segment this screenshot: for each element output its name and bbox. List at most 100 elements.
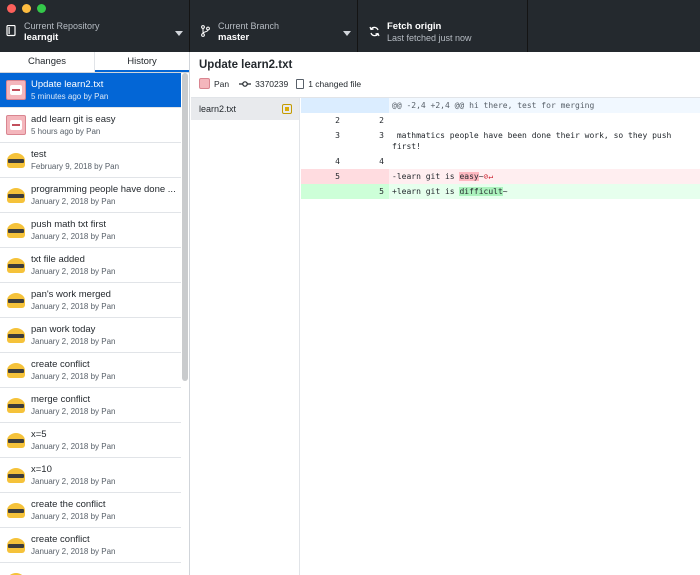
file-name: learn2.txt	[199, 104, 237, 114]
commit-item[interactable]: create the conflict January 2, 2018 by Pa…	[0, 493, 181, 528]
fetch-origin-button[interactable]: Fetch origin Last fetched just now	[358, 0, 528, 52]
author-avatar	[6, 185, 26, 205]
author-avatar	[6, 430, 26, 450]
commit-item[interactable]: pan work today January 2, 2018 by Pan	[0, 318, 181, 353]
author-avatar	[6, 535, 26, 555]
commit-item-meta: January 2, 2018 by Pan	[31, 231, 116, 241]
changed-files-count: 1 changed file	[308, 78, 362, 89]
new-line-number: 4	[379, 157, 384, 166]
deleted-highlight: easy	[459, 172, 479, 181]
commit-item-title: test	[31, 148, 47, 160]
sync-icon	[368, 24, 380, 38]
commit-list-scrollbar[interactable]	[182, 73, 188, 381]
new-line-number: 2	[379, 116, 384, 125]
commit-item-title: create conflict	[31, 533, 90, 545]
commit-author: Pan	[214, 78, 230, 89]
commit-item[interactable]: test February 9, 2018 by Pan	[0, 143, 181, 178]
diff-deleted-line[interactable]: 5 -learn git is easy~⊘↵	[301, 169, 700, 184]
tab-changes[interactable]: Changes	[0, 52, 95, 72]
current-branch-button[interactable]: Current Branch master	[190, 0, 358, 52]
commit-item-meta: 5 minutes ago by Pan	[31, 91, 109, 101]
branch-icon	[199, 24, 211, 38]
commit-item-meta: January 2, 2018 by Pan	[31, 441, 116, 451]
commit-item[interactable]: push math txt first January 2, 2018 by Pa…	[0, 213, 181, 248]
commit-detail: Update learn2.txt Pan 3370239 1 changed …	[191, 52, 700, 575]
diff-context-line[interactable]: 44	[301, 154, 700, 169]
author-avatar	[6, 395, 26, 415]
diff-context-line[interactable]: 3 3 mathmatics people have been done thei…	[301, 128, 700, 154]
author-avatar	[6, 325, 26, 345]
toolbar: Current Repository learngit Current Bran…	[0, 0, 700, 52]
line-text: mathmatics people have been done their w…	[392, 131, 677, 151]
author-avatar	[6, 80, 26, 100]
commit-item-title: pan's work merged	[31, 288, 111, 300]
repo-icon	[5, 24, 17, 38]
commit-item-title: pan work today	[31, 323, 96, 335]
current-repository-button[interactable]: Current Repository learngit	[0, 0, 190, 52]
old-line-number: 5	[301, 169, 345, 184]
commit-item-meta: 5 hours ago by Pan	[31, 126, 101, 136]
commit-sha[interactable]: 3370239	[255, 79, 288, 89]
commit-item[interactable]: add a newline	[0, 563, 181, 575]
line-text	[389, 156, 700, 167]
file-diff-icon	[296, 78, 305, 89]
commit-item-title: push math txt first	[31, 218, 106, 230]
commit-item[interactable]: create conflict January 2, 2018 by Pan	[0, 528, 181, 563]
no-newline-icon: ⊘↵	[483, 172, 494, 181]
author-avatar	[6, 220, 26, 240]
added-suffix: ~	[502, 187, 508, 196]
commit-item[interactable]: txt file added January 2, 2018 by Pan	[0, 248, 181, 283]
added-highlight: difficult	[459, 187, 503, 196]
deleted-text: -learn git is	[392, 172, 460, 181]
old-line-number: 4	[335, 157, 340, 166]
commit-item[interactable]: Update learn2.txt 5 minutes ago by Pan	[0, 73, 181, 108]
commit-item-meta: January 2, 2018 by Pan	[31, 196, 116, 206]
commit-item-title: programming people have done ...	[31, 183, 176, 195]
commit-item-meta: January 2, 2018 by Pan	[31, 266, 116, 276]
diff-context-lines: 2233 mathmatics people have been done th…	[301, 113, 700, 169]
old-line-number: 3	[335, 131, 340, 140]
commit-item-title: add learn git is easy	[31, 113, 116, 125]
commit-item-meta: January 2, 2018 by Pan	[31, 511, 116, 521]
diff-added-line[interactable]: 5 +learn git is difficult~	[301, 184, 700, 199]
fetch-status: Last fetched just now	[387, 32, 472, 43]
commit-info: Pan 3370239 1 changed file	[199, 78, 361, 89]
new-line-number	[345, 169, 389, 184]
commit-item-title: txt file added	[31, 253, 85, 265]
modified-icon	[282, 104, 292, 114]
old-line-number	[301, 184, 345, 199]
commit-item-title: x=5	[31, 428, 47, 440]
commit-item[interactable]: x=5 January 2, 2018 by Pan	[0, 423, 181, 458]
commit-item[interactable]: merge conflict January 2, 2018 by Pan	[0, 388, 181, 423]
old-line-number: 2	[335, 116, 340, 125]
author-avatar	[6, 255, 26, 275]
commit-item-meta: January 2, 2018 by Pan	[31, 406, 116, 416]
commit-item-title: create the conflict	[31, 498, 106, 510]
added-text: +learn git is	[392, 187, 460, 196]
commit-item-meta: January 2, 2018 by Pan	[31, 336, 116, 346]
author-avatar	[6, 570, 26, 575]
commit-item[interactable]: x=10 January 2, 2018 by Pan	[0, 458, 181, 493]
branch-name: master	[218, 31, 250, 43]
tab-history[interactable]: History	[95, 52, 189, 72]
commit-item[interactable]: pan's work merged January 2, 2018 by Pan	[0, 283, 181, 318]
diff-context-line[interactable]: 22	[301, 113, 700, 128]
branch-label: Current Branch	[218, 20, 280, 31]
commit-title: Update learn2.txt	[199, 59, 293, 71]
line-text	[389, 115, 700, 126]
author-avatar	[6, 465, 26, 485]
repository-dropdown-icon	[175, 31, 183, 36]
diff-hunk-header: @@ -2,4 +2,4 @@ hi there, test for mergi…	[301, 98, 700, 113]
commit-item[interactable]: create conflict January 2, 2018 by Pan	[0, 353, 181, 388]
commit-item-meta: January 2, 2018 by Pan	[31, 301, 116, 311]
commit-item-title: x=10	[31, 463, 52, 475]
commit-list: Update learn2.txt 5 minutes ago by Pan add…	[0, 73, 181, 575]
commit-item-title: merge conflict	[31, 393, 91, 405]
commit-item[interactable]: programming people have done ... January …	[0, 178, 181, 213]
commit-item-title: create conflict	[31, 358, 90, 370]
changed-file-item[interactable]: learn2.txt	[191, 98, 299, 120]
author-avatar	[6, 115, 26, 135]
author-avatar	[6, 150, 26, 170]
commit-item[interactable]: add learn git is easy 5 hours ago by Pan	[0, 108, 181, 143]
commit-item-meta: January 2, 2018 by Pan	[31, 371, 116, 381]
